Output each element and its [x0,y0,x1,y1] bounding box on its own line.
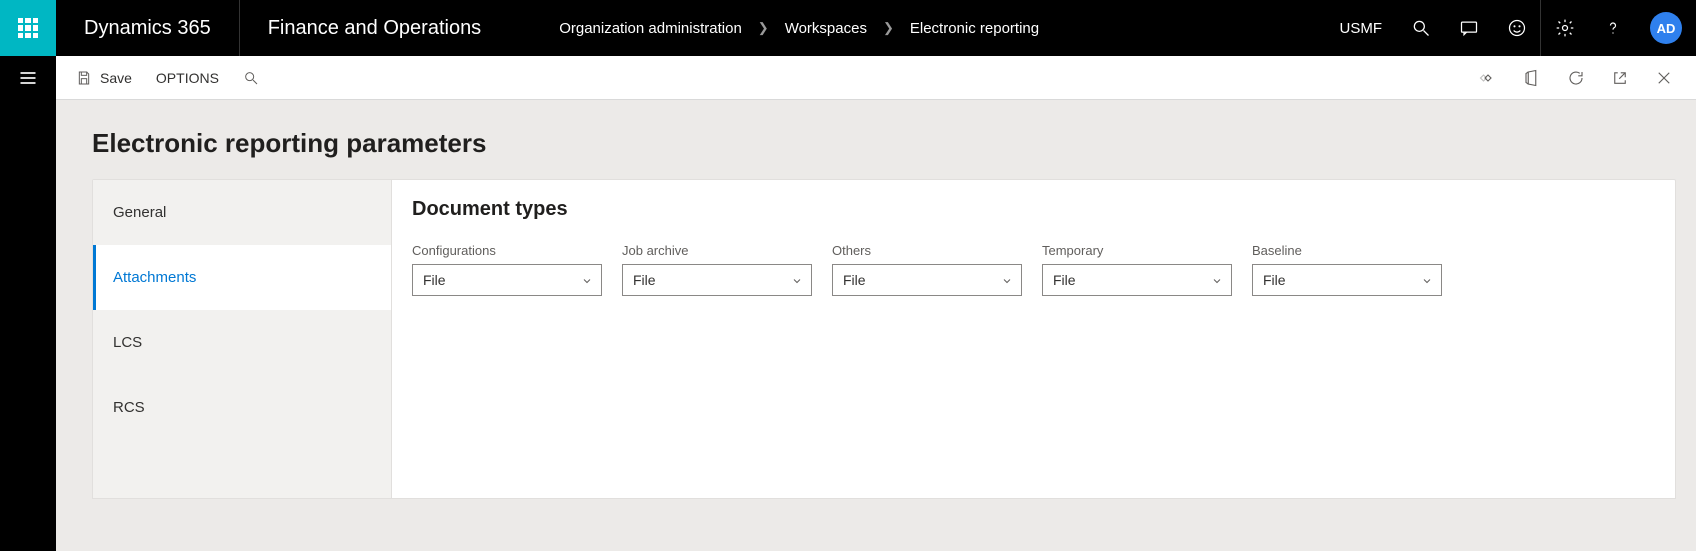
tab-general[interactable]: General [93,180,391,245]
document-types-row: Configurations File Job archive File [412,243,1655,296]
messages-button[interactable] [1444,0,1492,56]
field-job-archive: Job archive File [622,243,812,296]
brand-label[interactable]: Dynamics 365 [56,0,240,56]
smiley-icon [1507,18,1527,38]
topbar-right-group: USMF AD [1326,0,1696,56]
tab-label: RCS [113,399,145,416]
dropdown-value: File [1263,272,1286,288]
save-icon [76,70,92,86]
diamond-icon [1479,69,1497,87]
chevron-right-icon: ❯ [883,20,894,36]
dropdown-value: File [1053,272,1076,288]
field-baseline: Baseline File [1252,243,1442,296]
save-button[interactable]: Save [68,64,140,92]
tab-lcs[interactable]: LCS [93,310,391,375]
chevron-down-icon [581,274,593,286]
left-rail [0,56,56,551]
hamburger-icon [18,68,38,88]
page-body: Electronic reporting parameters General … [56,100,1696,551]
search-icon [1411,18,1431,38]
chevron-down-icon [1211,274,1223,286]
breadcrumb-item[interactable]: Workspaces [785,20,867,37]
help-button[interactable] [1588,0,1636,56]
tab-label: LCS [113,334,142,351]
others-dropdown[interactable]: File [832,264,1022,296]
main-row: Save OPTIONS [0,56,1696,551]
side-tabs: General Attachments LCS RCS [92,179,392,499]
office-icon [1523,69,1541,87]
breadcrumb-item[interactable]: Electronic reporting [910,20,1039,37]
options-button[interactable]: OPTIONS [148,64,227,92]
popout-icon [1611,69,1629,87]
attach-button[interactable] [1468,60,1508,96]
configurations-dropdown[interactable]: File [412,264,602,296]
chevron-down-icon [1421,274,1433,286]
field-temporary: Temporary File [1042,243,1232,296]
global-navbar: Dynamics 365 Finance and Operations Orga… [0,0,1696,56]
job-archive-dropdown[interactable]: File [622,264,812,296]
page-title: Electronic reporting parameters [56,100,1696,179]
tab-rcs[interactable]: RCS [93,375,391,440]
dropdown-value: File [843,272,866,288]
section-title: Document types [412,198,1655,221]
nav-toggle-button[interactable] [0,56,56,100]
parameters-panel: General Attachments LCS RCS Document typ… [92,179,1676,499]
field-label: Others [832,243,1022,258]
breadcrumb: Organization administration ❯ Workspaces… [559,0,1325,56]
field-others: Others File [832,243,1022,296]
action-bar: Save OPTIONS [56,56,1696,100]
temporary-dropdown[interactable]: File [1042,264,1232,296]
refresh-button[interactable] [1556,60,1596,96]
tab-attachments[interactable]: Attachments [93,245,391,310]
chevron-right-icon: ❯ [758,20,769,36]
company-code[interactable]: USMF [1326,0,1397,56]
field-label: Configurations [412,243,602,258]
chevron-down-icon [791,274,803,286]
save-label: Save [100,70,132,86]
user-avatar[interactable]: AD [1650,12,1682,44]
tab-label: General [113,204,166,221]
dropdown-value: File [423,272,446,288]
close-button[interactable] [1644,60,1684,96]
dropdown-value: File [633,272,656,288]
baseline-dropdown[interactable]: File [1252,264,1442,296]
field-label: Baseline [1252,243,1442,258]
settings-button[interactable] [1540,0,1588,56]
tab-content: Document types Configurations File Job a… [392,179,1676,499]
feedback-button[interactable] [1492,0,1540,56]
gear-icon [1555,18,1575,38]
chat-icon [1459,18,1479,38]
search-button[interactable] [1396,0,1444,56]
actionbar-right-icons [1468,60,1684,96]
breadcrumb-item[interactable]: Organization administration [559,20,742,37]
question-icon [1603,18,1623,38]
tab-label: Attachments [113,269,196,286]
close-icon [1655,69,1673,87]
office-button[interactable] [1512,60,1552,96]
chevron-down-icon [1001,274,1013,286]
waffle-icon [18,18,38,38]
field-label: Job archive [622,243,812,258]
field-configurations: Configurations File [412,243,602,296]
app-launcher-button[interactable] [0,0,56,56]
content-column: Save OPTIONS [56,56,1696,551]
popout-button[interactable] [1600,60,1640,96]
field-label: Temporary [1042,243,1232,258]
module-label[interactable]: Finance and Operations [240,0,509,56]
options-label: OPTIONS [156,70,219,86]
refresh-icon [1567,69,1585,87]
actionbar-search-button[interactable] [235,64,267,92]
search-icon [243,70,259,86]
